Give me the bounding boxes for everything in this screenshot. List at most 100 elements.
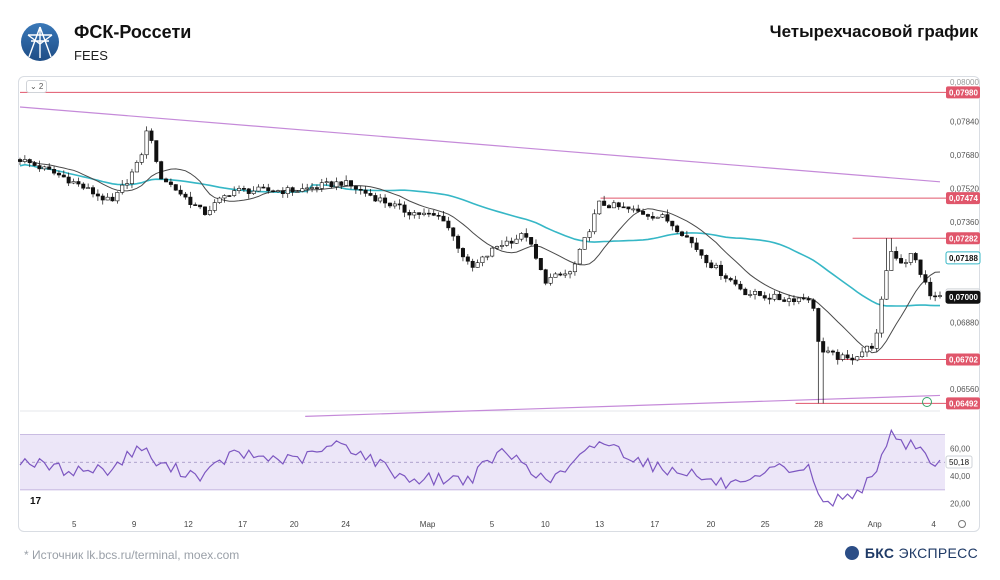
candle-body (139, 154, 144, 163)
candle-body (144, 130, 149, 156)
x-tick-label: Апр (868, 520, 883, 529)
collapse-indicators-button[interactable]: ⌄ 2 (26, 80, 48, 93)
x-tick-label: 12 (184, 520, 193, 529)
candle-body (246, 188, 251, 194)
candle-body (373, 195, 378, 202)
candle-body (938, 295, 942, 297)
candle-body (519, 233, 524, 240)
price-level-label: 0,07980 (949, 88, 978, 97)
candle-body (918, 259, 923, 275)
price-tick-label: 0,07360 (950, 218, 979, 227)
moving-average-fast (19, 159, 941, 354)
candle-body (529, 237, 534, 245)
candle-body (446, 220, 451, 229)
candle-body (495, 246, 500, 249)
candle-body (680, 231, 685, 236)
candle-body (675, 225, 680, 233)
candle-body (606, 205, 611, 209)
candle-body (582, 237, 587, 250)
candle-body (928, 281, 933, 297)
candle-body (855, 356, 860, 361)
candle-body (329, 181, 334, 188)
x-tick-label: 20 (290, 520, 299, 529)
candle-body (392, 203, 397, 207)
candle-body (422, 212, 427, 215)
candle-body (636, 208, 641, 212)
candle-body (933, 295, 938, 298)
candle-body (417, 212, 422, 215)
candle-body (280, 190, 285, 195)
candle-body (879, 298, 884, 334)
x-tick-label: 20 (706, 520, 715, 529)
candle-body (456, 235, 461, 249)
candle-body (806, 298, 811, 301)
candle-body (641, 210, 646, 215)
candle-body (860, 351, 865, 358)
candle-body (397, 203, 402, 206)
x-tick-label: 25 (761, 520, 770, 529)
candle-body (285, 187, 290, 195)
candle-body (714, 264, 719, 269)
candle-body (56, 172, 61, 176)
x-tick-label: 5 (490, 520, 495, 529)
candle-body (767, 297, 772, 300)
candle-body (602, 200, 607, 206)
candle-body (256, 186, 261, 192)
candle-body (266, 187, 271, 192)
candle-body (310, 187, 315, 189)
candle-body (704, 254, 709, 264)
price-tick-label: 0,06880 (950, 318, 979, 327)
candle-body (47, 166, 52, 170)
candle-body (378, 197, 383, 202)
candle-body (168, 181, 173, 185)
candle-body (426, 212, 431, 215)
candle-body (777, 293, 782, 301)
candle-body (110, 196, 115, 202)
candle-body (908, 253, 913, 263)
candle-body (514, 238, 519, 244)
candle-body (577, 248, 582, 265)
candle-body (660, 214, 665, 218)
candle-body (748, 294, 753, 296)
candle-body (202, 206, 207, 215)
candle-body (129, 171, 134, 184)
candle-body (903, 262, 908, 264)
x-tick-label: 4 (931, 520, 936, 529)
candle-body (241, 188, 246, 190)
candle-body (787, 298, 792, 302)
candle-body (436, 214, 441, 217)
candle-body (27, 159, 32, 164)
price-badge-label: 0,07188 (949, 254, 978, 263)
candle-body (295, 191, 300, 193)
candle-body (650, 216, 655, 219)
candle-body (684, 235, 689, 238)
candle-body (558, 273, 563, 276)
candle-body (772, 293, 777, 300)
candle-body (164, 178, 169, 183)
candle-body (198, 204, 203, 208)
candle-body (791, 298, 796, 303)
candle-body (699, 249, 704, 256)
candle-body (66, 176, 71, 184)
candle-body (451, 227, 456, 237)
price-level-label: 0,07282 (949, 234, 978, 243)
candle-body (183, 193, 188, 198)
candle-body (86, 187, 91, 189)
x-tick-label: 24 (341, 520, 350, 529)
candle-body (655, 216, 660, 219)
candle-body (71, 181, 76, 184)
candle-body (689, 236, 694, 244)
candle-body (319, 182, 324, 189)
candle-body (149, 130, 154, 141)
price-tick-label: 0,07680 (950, 151, 979, 160)
candle-body (913, 253, 918, 261)
candle-body (37, 165, 42, 170)
price-tick-label: 0,06560 (950, 385, 979, 394)
candle-body (533, 243, 538, 259)
candle-body (894, 251, 899, 259)
candle-body (115, 192, 120, 202)
candle-body (407, 212, 412, 216)
candle-body (212, 202, 217, 211)
price-chart[interactable]: 0,078400,076800,075200,073600,068800,065… (0, 0, 1000, 580)
candle-body (499, 245, 504, 247)
